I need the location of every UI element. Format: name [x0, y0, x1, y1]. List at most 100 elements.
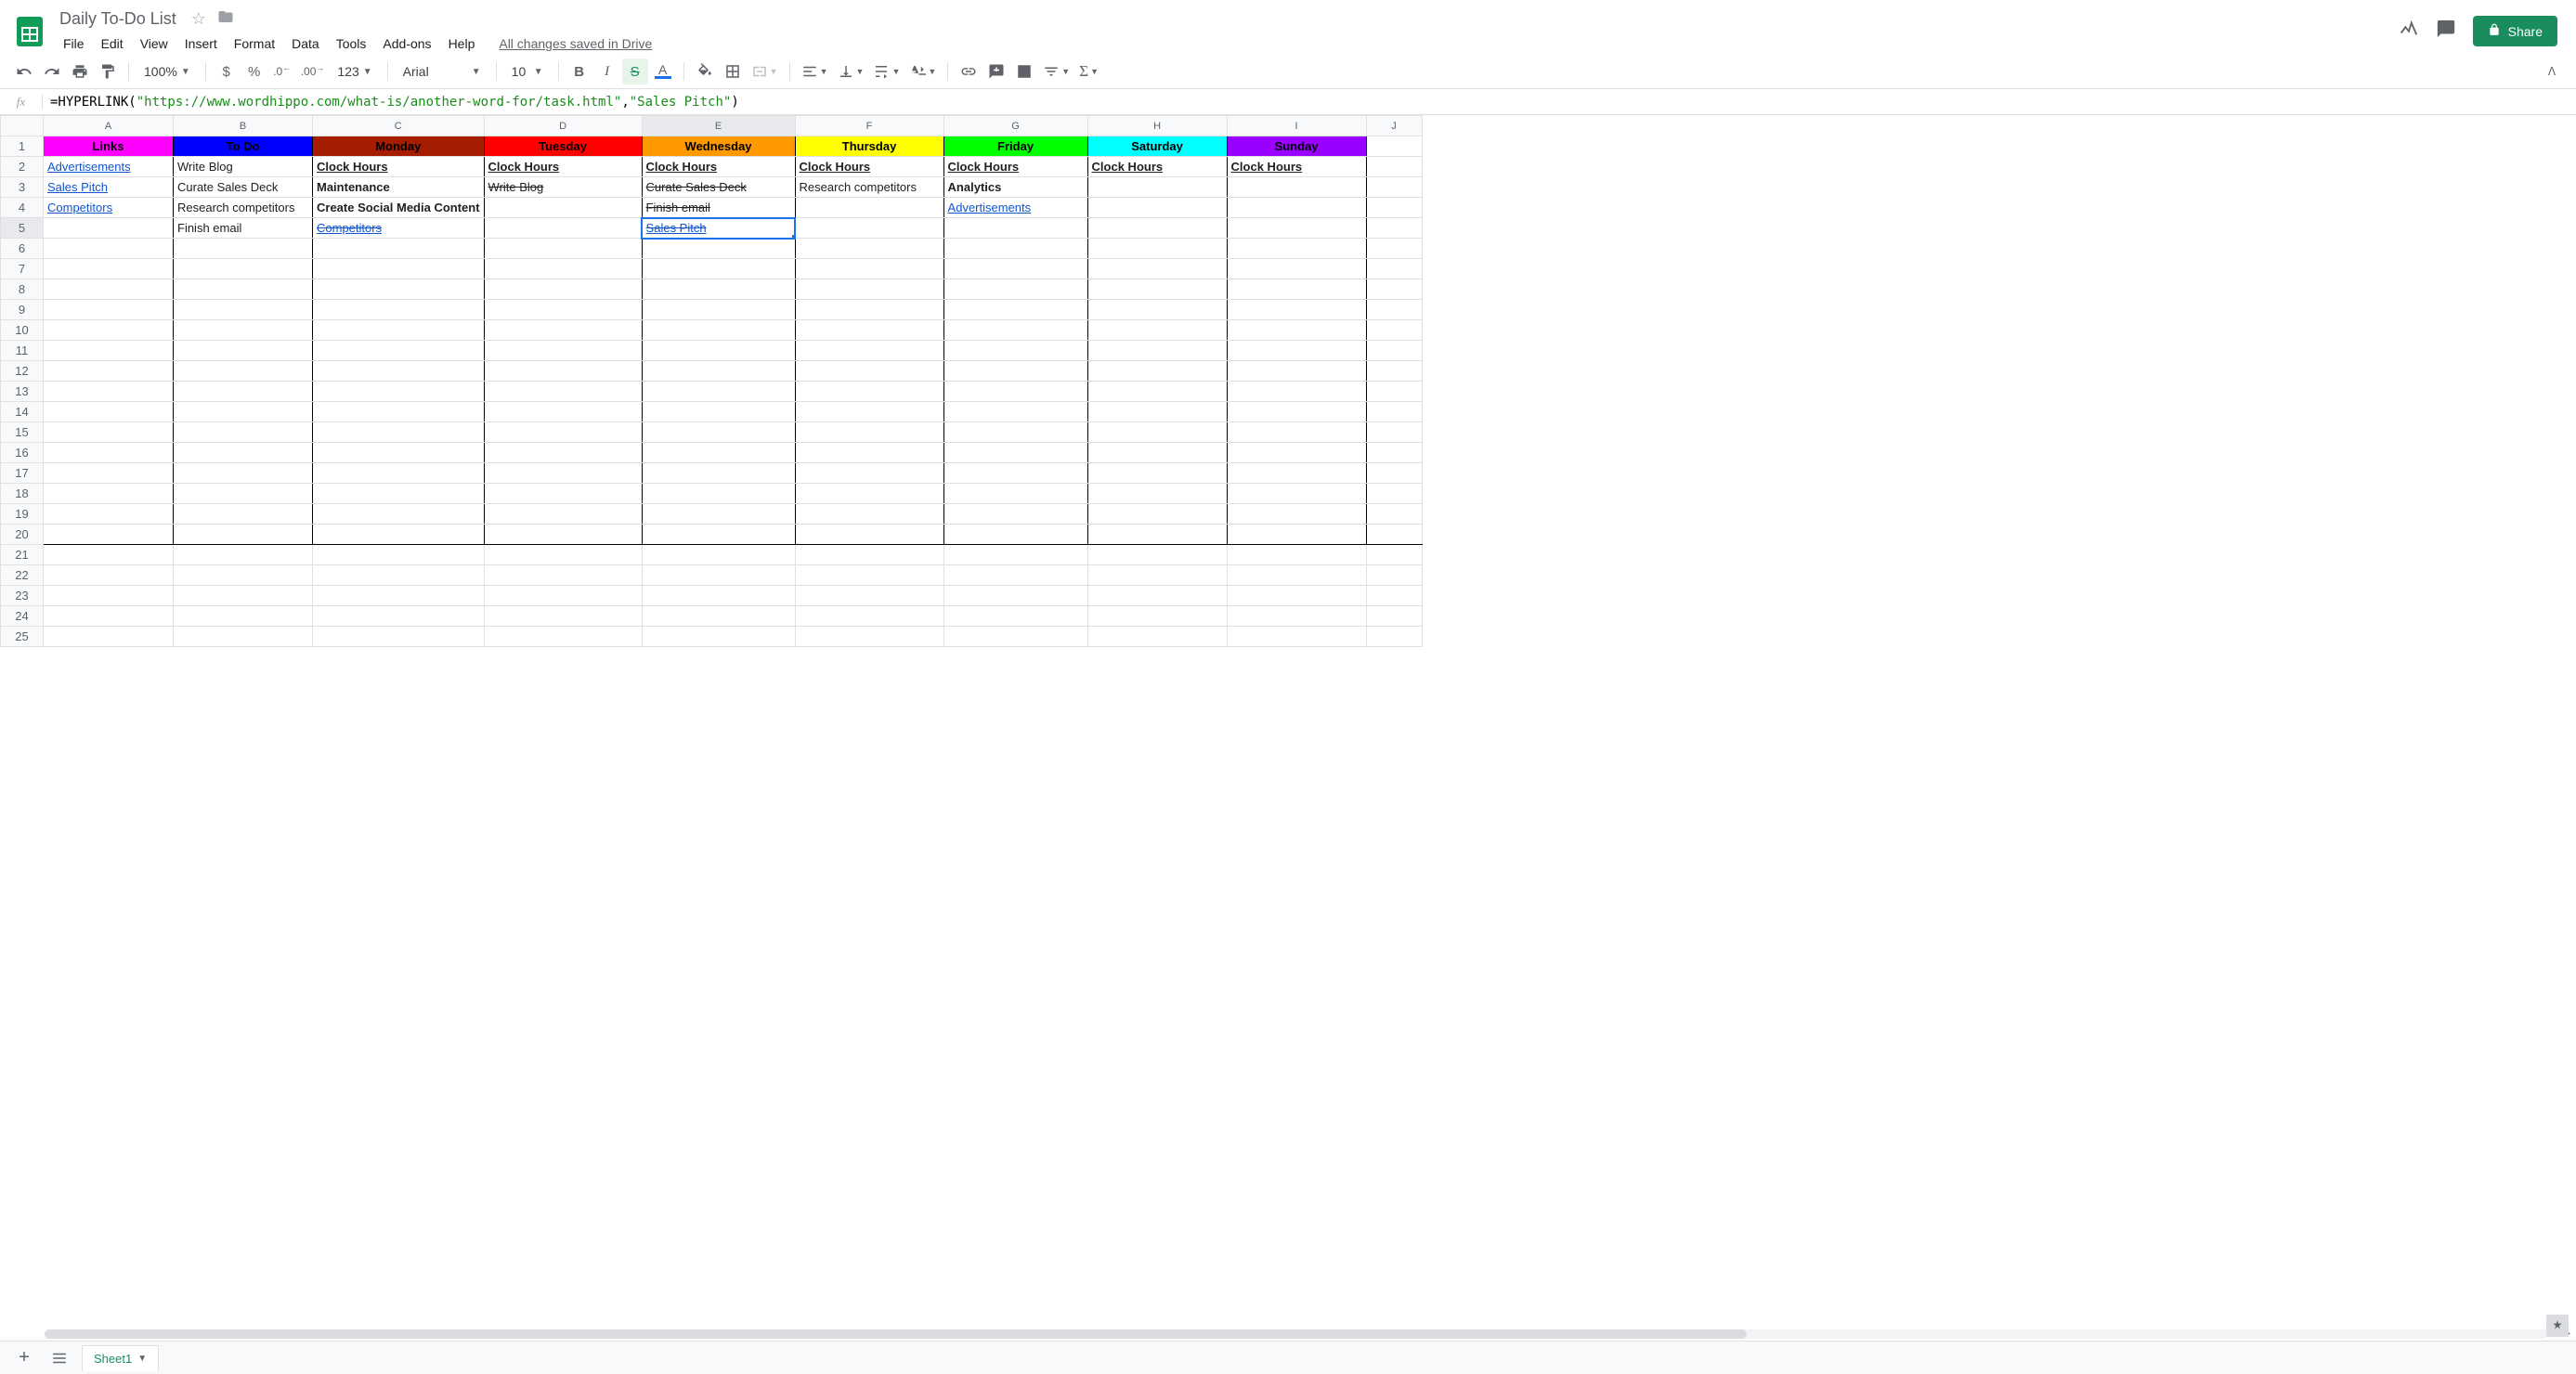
row-header-3[interactable]: 3 [1, 177, 44, 198]
cell-B4[interactable]: Research competitors [174, 198, 313, 218]
bold-button[interactable]: B [566, 58, 592, 84]
menu-data[interactable]: Data [284, 32, 327, 55]
cell-F12[interactable] [795, 361, 943, 382]
cell-A21[interactable] [44, 545, 174, 565]
cell-H3[interactable] [1087, 177, 1227, 198]
cell-C20[interactable] [313, 525, 485, 545]
cell-E19[interactable] [642, 504, 795, 525]
cell-G17[interactable] [943, 463, 1087, 484]
insert-chart-button[interactable] [1011, 58, 1037, 84]
cell-I5[interactable] [1227, 218, 1366, 239]
cell-G7[interactable] [943, 259, 1087, 279]
redo-button[interactable] [39, 58, 65, 84]
cell-F3[interactable]: Research competitors [795, 177, 943, 198]
cell-I11[interactable] [1227, 341, 1366, 361]
cell-B2[interactable]: Write Blog [174, 157, 313, 177]
cell-E1[interactable]: Wednesday [642, 136, 795, 157]
cell-G3[interactable]: Analytics [943, 177, 1087, 198]
row-header-8[interactable]: 8 [1, 279, 44, 300]
cell-D4[interactable] [484, 198, 642, 218]
cell-E22[interactable] [642, 565, 795, 586]
cell-F5[interactable] [795, 218, 943, 239]
cell-E10[interactable] [642, 320, 795, 341]
cell-I19[interactable] [1227, 504, 1366, 525]
cell-J8[interactable] [1366, 279, 1422, 300]
merge-cells-button[interactable]: ▼ [748, 58, 782, 84]
cell-C9[interactable] [313, 300, 485, 320]
cell-D23[interactable] [484, 586, 642, 606]
cell-D9[interactable] [484, 300, 642, 320]
add-sheet-button[interactable]: + [11, 1345, 37, 1371]
collapse-toolbar-button[interactable]: ᐱ [2539, 58, 2565, 84]
cell-B22[interactable] [174, 565, 313, 586]
cell-A1[interactable]: Links [44, 136, 174, 157]
comments-icon[interactable] [2436, 19, 2456, 45]
col-header-I[interactable]: I [1227, 116, 1366, 136]
decrease-decimal-button[interactable]: .0← [269, 58, 295, 84]
cell-C10[interactable] [313, 320, 485, 341]
borders-button[interactable] [720, 58, 746, 84]
font-select[interactable]: Arial▼ [396, 58, 488, 84]
cell-B20[interactable] [174, 525, 313, 545]
cell-H20[interactable] [1087, 525, 1227, 545]
cell-A18[interactable] [44, 484, 174, 504]
menu-insert[interactable]: Insert [177, 32, 225, 55]
cell-J7[interactable] [1366, 259, 1422, 279]
cell-E17[interactable] [642, 463, 795, 484]
horizontal-scrollbar[interactable] [45, 1329, 2548, 1339]
row-header-24[interactable]: 24 [1, 606, 44, 627]
cell-A17[interactable] [44, 463, 174, 484]
cell-E4[interactable]: Finish email [642, 198, 795, 218]
row-header-1[interactable]: 1 [1, 136, 44, 157]
row-header-12[interactable]: 12 [1, 361, 44, 382]
cell-C19[interactable] [313, 504, 485, 525]
cell-H24[interactable] [1087, 606, 1227, 627]
cell-A15[interactable] [44, 422, 174, 443]
col-header-A[interactable]: A [44, 116, 174, 136]
row-header-9[interactable]: 9 [1, 300, 44, 320]
format-percent-button[interactable]: % [241, 58, 267, 84]
undo-button[interactable] [11, 58, 37, 84]
cell-J3[interactable] [1366, 177, 1422, 198]
cell-B14[interactable] [174, 402, 313, 422]
cell-H13[interactable] [1087, 382, 1227, 402]
cell-B3[interactable]: Curate Sales Deck [174, 177, 313, 198]
cell-F8[interactable] [795, 279, 943, 300]
row-header-11[interactable]: 11 [1, 341, 44, 361]
col-header-C[interactable]: C [313, 116, 485, 136]
cell-F4[interactable] [795, 198, 943, 218]
cell-B17[interactable] [174, 463, 313, 484]
cell-H15[interactable] [1087, 422, 1227, 443]
cell-E23[interactable] [642, 586, 795, 606]
cell-D14[interactable] [484, 402, 642, 422]
cell-B11[interactable] [174, 341, 313, 361]
cell-H9[interactable] [1087, 300, 1227, 320]
cell-D22[interactable] [484, 565, 642, 586]
row-header-4[interactable]: 4 [1, 198, 44, 218]
cell-E7[interactable] [642, 259, 795, 279]
cell-E3[interactable]: Curate Sales Deck [642, 177, 795, 198]
cell-B13[interactable] [174, 382, 313, 402]
cell-J18[interactable] [1366, 484, 1422, 504]
cell-G10[interactable] [943, 320, 1087, 341]
cell-H14[interactable] [1087, 402, 1227, 422]
col-header-D[interactable]: D [484, 116, 642, 136]
cell-F6[interactable] [795, 239, 943, 259]
cell-D3[interactable]: Write Blog [484, 177, 642, 198]
menu-addons[interactable]: Add-ons [375, 32, 438, 55]
cell-I20[interactable] [1227, 525, 1366, 545]
cell-A11[interactable] [44, 341, 174, 361]
select-all-corner[interactable] [1, 116, 44, 136]
cell-I16[interactable] [1227, 443, 1366, 463]
cell-G24[interactable] [943, 606, 1087, 627]
cell-G14[interactable] [943, 402, 1087, 422]
cell-D15[interactable] [484, 422, 642, 443]
cell-C23[interactable] [313, 586, 485, 606]
cell-C1[interactable]: Monday [313, 136, 485, 157]
text-rotation-button[interactable]: ▼ [905, 58, 940, 84]
row-header-15[interactable]: 15 [1, 422, 44, 443]
menu-edit[interactable]: Edit [94, 32, 131, 55]
zoom-select[interactable]: 100%▼ [137, 58, 198, 84]
star-icon[interactable]: ☆ [191, 9, 206, 29]
cell-A9[interactable] [44, 300, 174, 320]
